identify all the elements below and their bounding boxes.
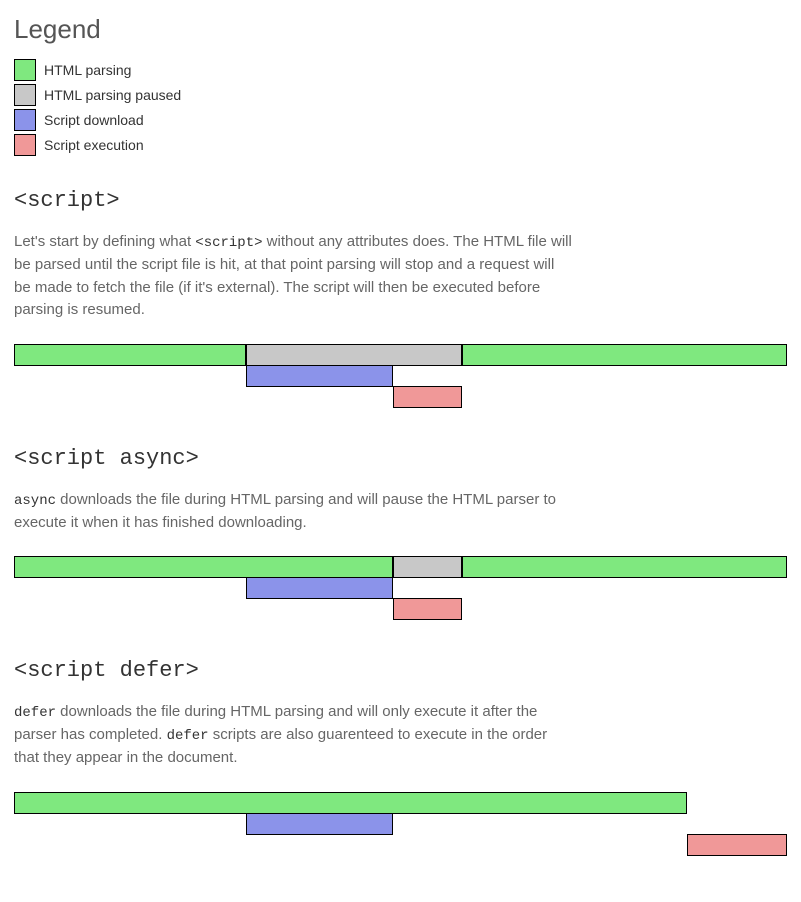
diagram-script-defer <box>14 792 787 862</box>
section-text-script-defer: defer downloads the file during HTML par… <box>14 701 574 770</box>
bar-html-parsing <box>14 344 246 366</box>
code-literal: async <box>14 493 56 509</box>
legend-title: Legend <box>14 10 787 49</box>
legend-item-script-execution: Script execution <box>14 134 787 156</box>
swatch-html-parsing <box>14 59 36 81</box>
bar-html-parsing-paused <box>246 344 462 366</box>
legend-label: Script execution <box>44 135 144 156</box>
bar-html-parsing <box>462 556 787 578</box>
section-heading-script-async: <script async> <box>14 442 787 475</box>
text: downloads the file during HTML parsing a… <box>14 491 556 531</box>
legend-item-script-download: Script download <box>14 109 787 131</box>
swatch-script-execution <box>14 134 36 156</box>
bar-html-parsing <box>462 344 787 366</box>
bar-script-download <box>246 365 393 387</box>
bar-html-parsing <box>14 556 393 578</box>
diagram-script-async <box>14 556 787 626</box>
bar-script-execution <box>393 598 463 620</box>
legend-label: HTML parsing paused <box>44 85 181 106</box>
section-heading-script: <script> <box>14 184 787 217</box>
swatch-html-parsing-paused <box>14 84 36 106</box>
diagram-script <box>14 344 787 414</box>
legend-item-html-parsing-paused: HTML parsing paused <box>14 84 787 106</box>
bar-script-execution <box>687 834 787 856</box>
legend-item-html-parsing: HTML parsing <box>14 59 787 81</box>
code-literal: defer <box>14 705 56 721</box>
section-heading-script-defer: <script defer> <box>14 654 787 687</box>
swatch-script-download <box>14 109 36 131</box>
bar-html-parsing <box>14 792 687 814</box>
bar-script-download <box>246 577 393 599</box>
bar-html-parsing-paused <box>393 556 463 578</box>
legend-label: HTML parsing <box>44 60 131 81</box>
legend-label: Script download <box>44 110 144 131</box>
code-literal: <script> <box>195 235 262 251</box>
bar-script-download <box>246 813 393 835</box>
section-text-script-async: async downloads the file during HTML par… <box>14 489 574 535</box>
code-literal: defer <box>167 728 209 744</box>
section-text-script: Let's start by defining what <script> wi… <box>14 231 574 322</box>
text: Let's start by defining what <box>14 233 195 250</box>
bar-script-execution <box>393 386 463 408</box>
